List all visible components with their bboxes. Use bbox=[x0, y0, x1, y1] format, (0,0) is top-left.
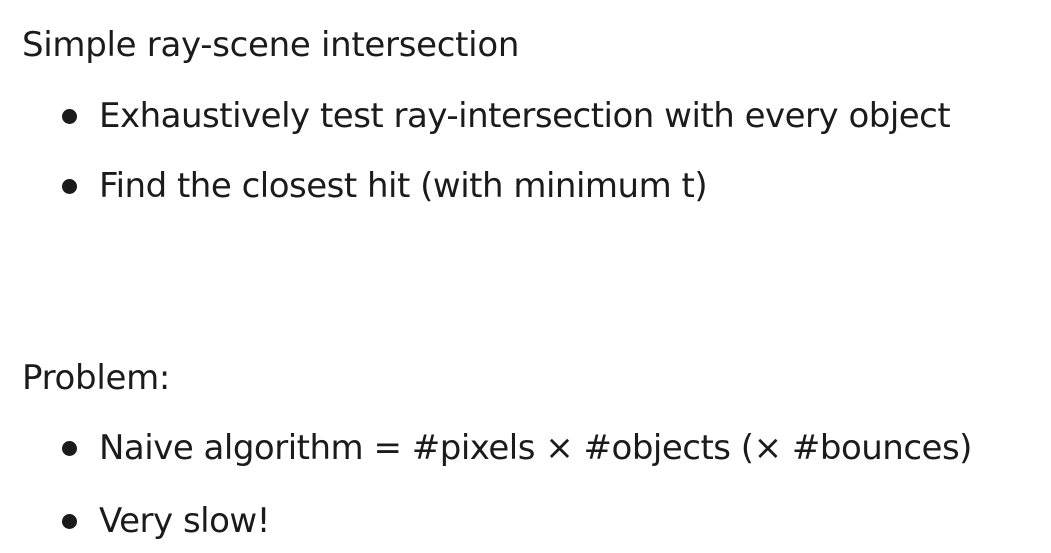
section-title: Problem: bbox=[22, 358, 171, 398]
bullet-dot-icon bbox=[62, 440, 77, 456]
bullet-item: Find the closest hit (with minimum t) bbox=[62, 166, 708, 206]
bullet-item: Exhaustively test ray-intersection with … bbox=[62, 96, 951, 136]
bullet-text: Find the closest hit (with minimum t) bbox=[99, 166, 708, 206]
bullet-text: Naive algorithm = #pixels × #objects (× … bbox=[99, 428, 972, 468]
bullet-dot-icon bbox=[62, 108, 77, 124]
bullet-dot-icon bbox=[62, 178, 77, 194]
bullet-dot-icon bbox=[62, 513, 77, 529]
bullet-text: Exhaustively test ray-intersection with … bbox=[99, 96, 951, 136]
section-title: Simple ray-scene intersection bbox=[22, 25, 520, 65]
bullet-text: Very slow! bbox=[99, 501, 270, 541]
bullet-item: Naive algorithm = #pixels × #objects (× … bbox=[62, 428, 972, 468]
bullet-item: Very slow! bbox=[62, 501, 270, 541]
